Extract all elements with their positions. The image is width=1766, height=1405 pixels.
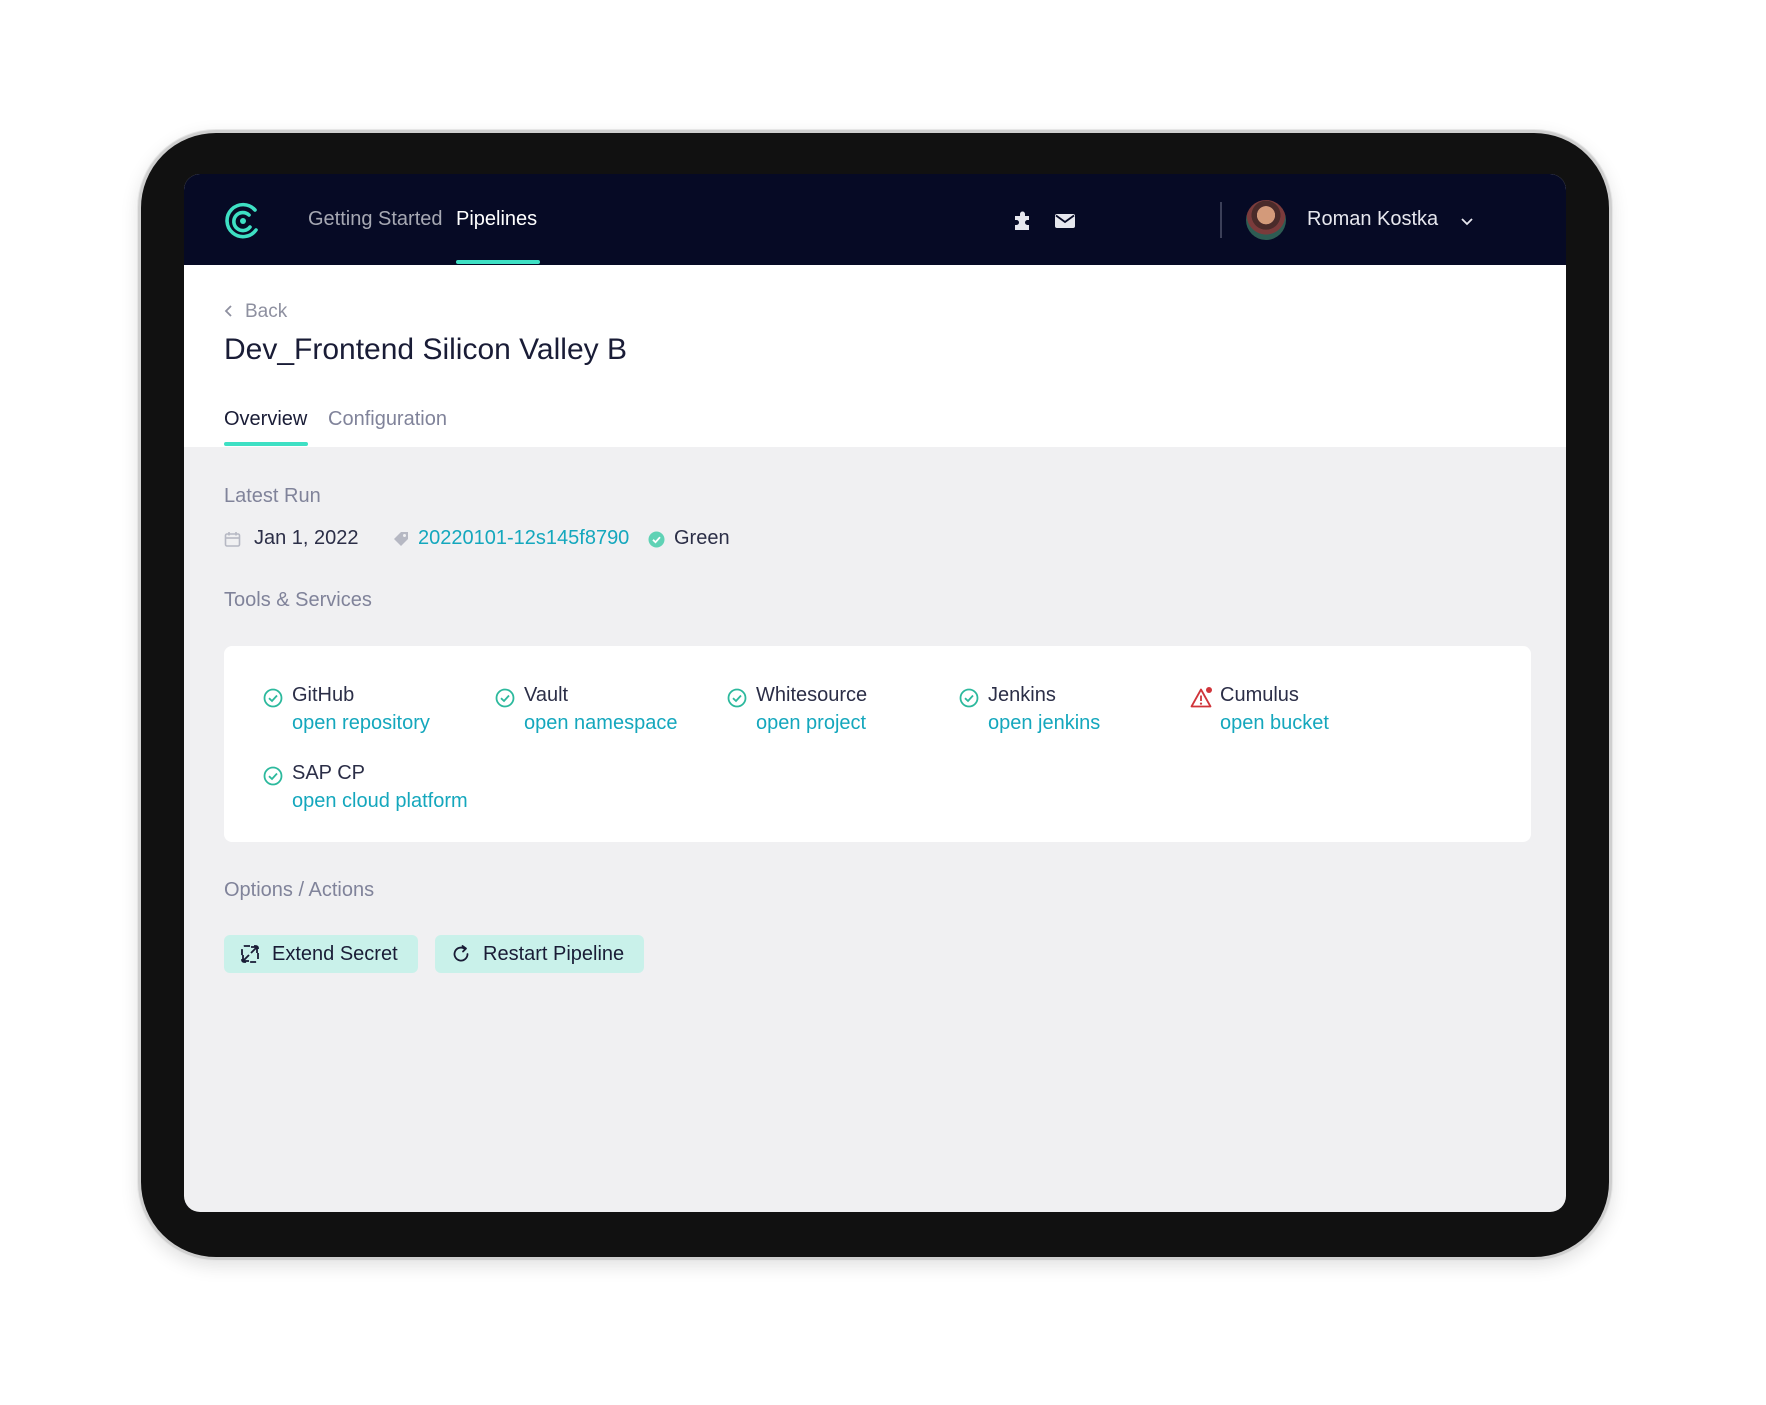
nav-pipelines[interactable]: Pipelines <box>456 208 537 231</box>
page-header: Back Dev_Frontend Silicon Valley B Overv… <box>184 265 1566 447</box>
warning-icon <box>1190 687 1212 708</box>
tab-overview[interactable]: Overview <box>224 408 307 431</box>
tool-link[interactable]: open bucket <box>1220 712 1329 735</box>
page-title: Dev_Frontend Silicon Valley B <box>224 333 627 366</box>
refresh-icon <box>453 945 469 962</box>
tool-whitesource: Whitesource open project <box>726 684 936 744</box>
expand-icon <box>241 945 259 963</box>
tool-jenkins: Jenkins open jenkins <box>958 684 1168 744</box>
tool-link[interactable]: open project <box>756 712 866 735</box>
mail-icon[interactable] <box>1054 210 1076 232</box>
tab-configuration[interactable]: Configuration <box>328 408 447 431</box>
run-date-text: Jan 1, 2022 <box>254 527 359 549</box>
tag-icon <box>394 532 408 546</box>
check-circle-icon <box>263 688 283 708</box>
nav-divider <box>1220 202 1222 238</box>
tool-name: Cumulus <box>1220 684 1299 706</box>
tools-title: Tools & Services <box>224 589 372 611</box>
top-nav: Getting Started Pipelines Roman Kostka <box>184 174 1566 265</box>
tool-cumulus: Cumulus open bucket <box>1190 684 1400 744</box>
restart-pipeline-label: Restart Pipeline <box>483 943 625 965</box>
back-label: Back <box>245 301 288 322</box>
extend-secret-button[interactable]: Extend Secret <box>224 935 418 973</box>
tool-sap-cp: SAP CP open cloud platform <box>262 762 472 822</box>
run-status-text: Green <box>674 527 730 549</box>
user-name[interactable]: Roman Kostka <box>1307 208 1438 231</box>
tool-github: GitHub open repository <box>262 684 472 744</box>
restart-pipeline-button[interactable]: Restart Pipeline <box>435 935 645 973</box>
nav-active-indicator <box>456 260 540 264</box>
tool-name: Jenkins <box>988 684 1056 706</box>
app-screen: Getting Started Pipelines Roman Kostka B… <box>184 174 1566 1212</box>
actions-title: Options / Actions <box>224 879 375 901</box>
avatar[interactable] <box>1246 200 1286 240</box>
tool-link[interactable]: open jenkins <box>988 712 1100 735</box>
check-circle-icon <box>727 688 747 708</box>
chevron-down-icon[interactable] <box>1460 214 1474 228</box>
puzzle-icon[interactable] <box>1012 210 1034 232</box>
back-link[interactable]: Back <box>224 301 287 323</box>
extend-secret-label: Extend Secret <box>272 943 398 965</box>
tool-name: Vault <box>524 684 569 706</box>
tool-name: SAP CP <box>292 762 365 784</box>
nav-getting-started[interactable]: Getting Started <box>308 208 443 231</box>
chevron-left-icon <box>224 305 232 317</box>
calendar-icon <box>224 532 241 547</box>
tool-link[interactable]: open repository <box>292 712 430 735</box>
tool-name: GitHub <box>292 684 355 706</box>
latest-run-title: Latest Run <box>224 485 321 507</box>
check-circle-icon <box>648 531 665 548</box>
logo-icon[interactable] <box>222 200 264 242</box>
tool-link[interactable]: open namespace <box>524 712 677 735</box>
tool-vault: Vault open namespace <box>494 684 704 744</box>
run-id-link[interactable]: 20220101-12s145f8790 <box>418 527 629 550</box>
check-circle-icon <box>263 766 283 786</box>
tools-card: GitHub open repository Vault open namesp… <box>224 646 1531 842</box>
tab-active-indicator <box>224 442 308 446</box>
check-circle-icon <box>959 688 979 708</box>
tool-name: Whitesource <box>756 684 868 706</box>
check-circle-icon <box>495 688 515 708</box>
tool-link[interactable]: open cloud platform <box>292 790 468 813</box>
